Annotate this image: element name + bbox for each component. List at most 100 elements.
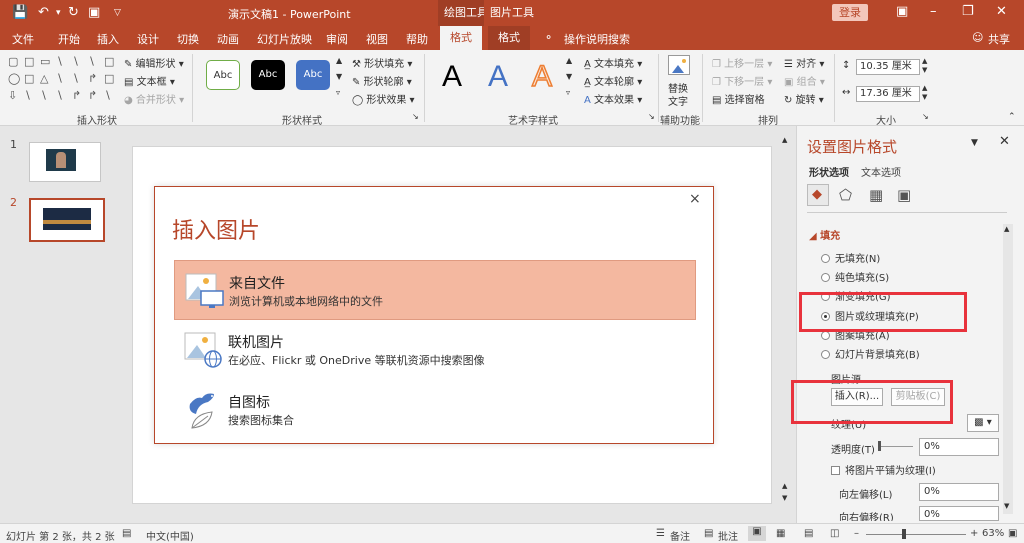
tab-review[interactable]: 审阅 <box>326 31 348 47</box>
minimize-icon[interactable]: – <box>930 4 937 19</box>
present-from-start-icon[interactable]: ▣ <box>88 5 100 20</box>
send-backward-button[interactable]: ❐ 下移一层 ▾ <box>712 73 772 88</box>
section-fill-header[interactable]: ◢ 填充 <box>809 227 840 242</box>
dialog-launcher-icon[interactable]: ↘ <box>412 112 419 121</box>
undo-dropdown-icon[interactable]: ▾ <box>56 8 61 18</box>
shape-style-black[interactable]: Abc <box>251 60 285 90</box>
tab-home[interactable]: 开始 <box>58 31 80 47</box>
login-button[interactable]: 登录 <box>832 4 868 21</box>
radio-solid-fill[interactable]: 纯色填充(S) <box>821 269 889 284</box>
comments-button[interactable]: 批注 <box>718 528 738 543</box>
option-online-pictures[interactable]: 联机图片 在必应、Flickr 或 OneDrive 等联机资源中搜索图像 <box>174 320 696 380</box>
transparency-slider-thumb[interactable] <box>878 441 881 451</box>
close-pane-icon[interactable]: ✕ <box>999 134 1010 149</box>
tab-design[interactable]: 设计 <box>137 31 159 47</box>
customize-toolbar-icon[interactable]: ▽ <box>114 8 121 18</box>
size-properties-icon[interactable]: ▦ <box>869 186 883 204</box>
tile-texture-checkbox[interactable]: 将图片平铺为纹理(I) <box>831 462 936 477</box>
selection-pane-button[interactable]: ▤ 选择窗格 <box>712 91 765 106</box>
tab-transitions[interactable]: 切换 <box>177 31 199 47</box>
alt-text-label-line2[interactable]: 文字 <box>668 93 688 108</box>
rotate-button[interactable]: ↻ 旋转 ▾ <box>784 91 824 106</box>
align-button[interactable]: ☰ 对齐 ▾ <box>784 55 824 70</box>
line-shape-icon[interactable]: ∖ <box>56 89 63 102</box>
close-dialog-button[interactable]: × <box>689 191 701 207</box>
shape-style-white[interactable]: Abc <box>206 60 240 90</box>
line-shape-icon[interactable]: ∖ <box>56 55 63 68</box>
line-shape-icon[interactable]: ∖ <box>56 72 63 85</box>
slide-thumbnail-1[interactable] <box>29 142 101 182</box>
shape-fill-button[interactable]: ⚒ 形状填充 ▾ <box>352 55 412 70</box>
tab-format-picture[interactable]: 格式 <box>488 26 530 50</box>
arrow-shape-icon[interactable]: ⇩ <box>8 89 17 102</box>
wordart-scroll-down-icon[interactable]: ▼ <box>566 72 572 81</box>
save-icon[interactable]: 💾 <box>12 5 28 20</box>
tab-view[interactable]: 视图 <box>366 31 388 47</box>
normal-view-icon[interactable]: ▣ <box>748 526 766 541</box>
fit-to-window-icon[interactable]: ▣ <box>1008 528 1017 539</box>
width-spin-down-icon[interactable]: ▼ <box>922 93 927 101</box>
slide-vertical-scrollbar[interactable]: ▲ ▲ ▼ <box>781 134 791 514</box>
offset-left-input[interactable]: 0% <box>919 483 999 501</box>
line-shape-icon[interactable]: ∖ <box>104 89 111 102</box>
zoom-slider[interactable] <box>866 529 966 539</box>
height-input[interactable]: 10.35 厘米 <box>856 59 920 75</box>
tab-slideshow[interactable]: 幻灯片放映 <box>257 31 312 47</box>
line-shape-icon[interactable]: ∖ <box>72 55 79 68</box>
tab-help[interactable]: 帮助 <box>406 31 428 47</box>
wordart-blue[interactable]: A <box>488 60 508 94</box>
shape-effects-button[interactable]: ◯ 形状效果 ▾ <box>352 91 415 106</box>
line-shape-icon[interactable]: ∖ <box>72 72 79 85</box>
tab-animations[interactable]: 动画 <box>217 31 239 47</box>
share-button[interactable]: 共享 <box>988 31 1010 47</box>
width-input[interactable]: 17.36 厘米 <box>856 86 920 102</box>
zoom-level[interactable]: 63% <box>982 528 1004 539</box>
gallery-scroll-down-icon[interactable]: ▼ <box>336 72 342 81</box>
width-spin-up-icon[interactable]: ▲ <box>922 84 927 92</box>
tab-text-options[interactable]: 文本选项 <box>861 164 901 179</box>
transparency-slider[interactable] <box>878 441 913 451</box>
text-box-button[interactable]: ▤ 文本框 ▾ <box>124 73 175 88</box>
language-status[interactable]: 中文(中国) <box>146 528 194 543</box>
option-from-icons[interactable]: 自图标 搜索图标集合 <box>174 380 696 440</box>
group-button[interactable]: ▣ 组合 ▾ <box>784 73 825 88</box>
height-spin-down-icon[interactable]: ▼ <box>922 66 927 74</box>
line-shape-icon[interactable]: ∖ <box>24 89 31 102</box>
rectangle-shape-icon[interactable]: □ <box>24 55 34 68</box>
tab-file[interactable]: 文件 <box>12 31 34 47</box>
gallery-scroll-up-icon[interactable]: ▲ <box>336 56 342 65</box>
tab-format-drawing[interactable]: 格式 <box>440 26 482 50</box>
tab-shape-options[interactable]: 形状选项 <box>809 164 849 179</box>
rectangle-shape-icon[interactable]: □ <box>104 55 114 68</box>
restore-icon[interactable]: ❐ <box>962 4 974 19</box>
triangle-shape-icon[interactable]: △ <box>40 72 48 85</box>
ribbon-display-options-icon[interactable]: ▣ <box>896 4 908 19</box>
comments-icon[interactable]: ▤ <box>704 528 713 539</box>
radio-no-fill[interactable]: 无填充(N) <box>821 250 880 265</box>
slide-thumbnail-2[interactable] <box>29 198 105 242</box>
transparency-input[interactable]: 0% <box>919 438 999 456</box>
elbow-connector-icon[interactable]: ↱ <box>88 72 97 85</box>
rectangle-shape-icon[interactable]: □ <box>24 72 34 85</box>
pane-scroll-up-icon[interactable]: ▲ <box>1004 225 1009 233</box>
prev-slide-icon[interactable]: ▲ <box>782 482 787 490</box>
accessibility-check-icon[interactable]: ▤ <box>122 528 131 539</box>
pane-scrollbar[interactable]: ▲ ▼ <box>1003 224 1013 514</box>
share-icon[interactable]: ☺ <box>972 31 983 44</box>
tab-insert[interactable]: 插入 <box>97 31 119 47</box>
radio-slide-background-fill[interactable]: 幻灯片背景填充(B) <box>821 346 920 361</box>
merge-shapes-button[interactable]: ◕ 合并形状 ▾ <box>124 91 184 106</box>
text-fill-button[interactable]: A̲ 文本填充 ▾ <box>584 55 642 70</box>
scroll-up-icon[interactable]: ▲ <box>782 136 787 144</box>
text-outline-button[interactable]: A̲ 文本轮廓 ▾ <box>584 73 642 88</box>
wordart-more-icon[interactable]: ▿ <box>566 88 570 97</box>
fill-line-icon[interactable]: ◆ <box>807 184 829 206</box>
zoom-out-icon[interactable]: – <box>854 528 859 539</box>
collapse-ribbon-icon[interactable]: ⌃ <box>1008 112 1016 122</box>
close-window-icon[interactable]: ✕ <box>996 4 1007 19</box>
bring-forward-button[interactable]: ❐ 上移一层 ▾ <box>712 55 772 70</box>
cube-shape-icon[interactable]: ▢ <box>8 55 18 68</box>
alt-text-icon[interactable] <box>668 55 690 75</box>
line-shape-icon[interactable]: ∖ <box>88 55 95 68</box>
oval-shape-icon[interactable]: ◯ <box>8 72 20 85</box>
